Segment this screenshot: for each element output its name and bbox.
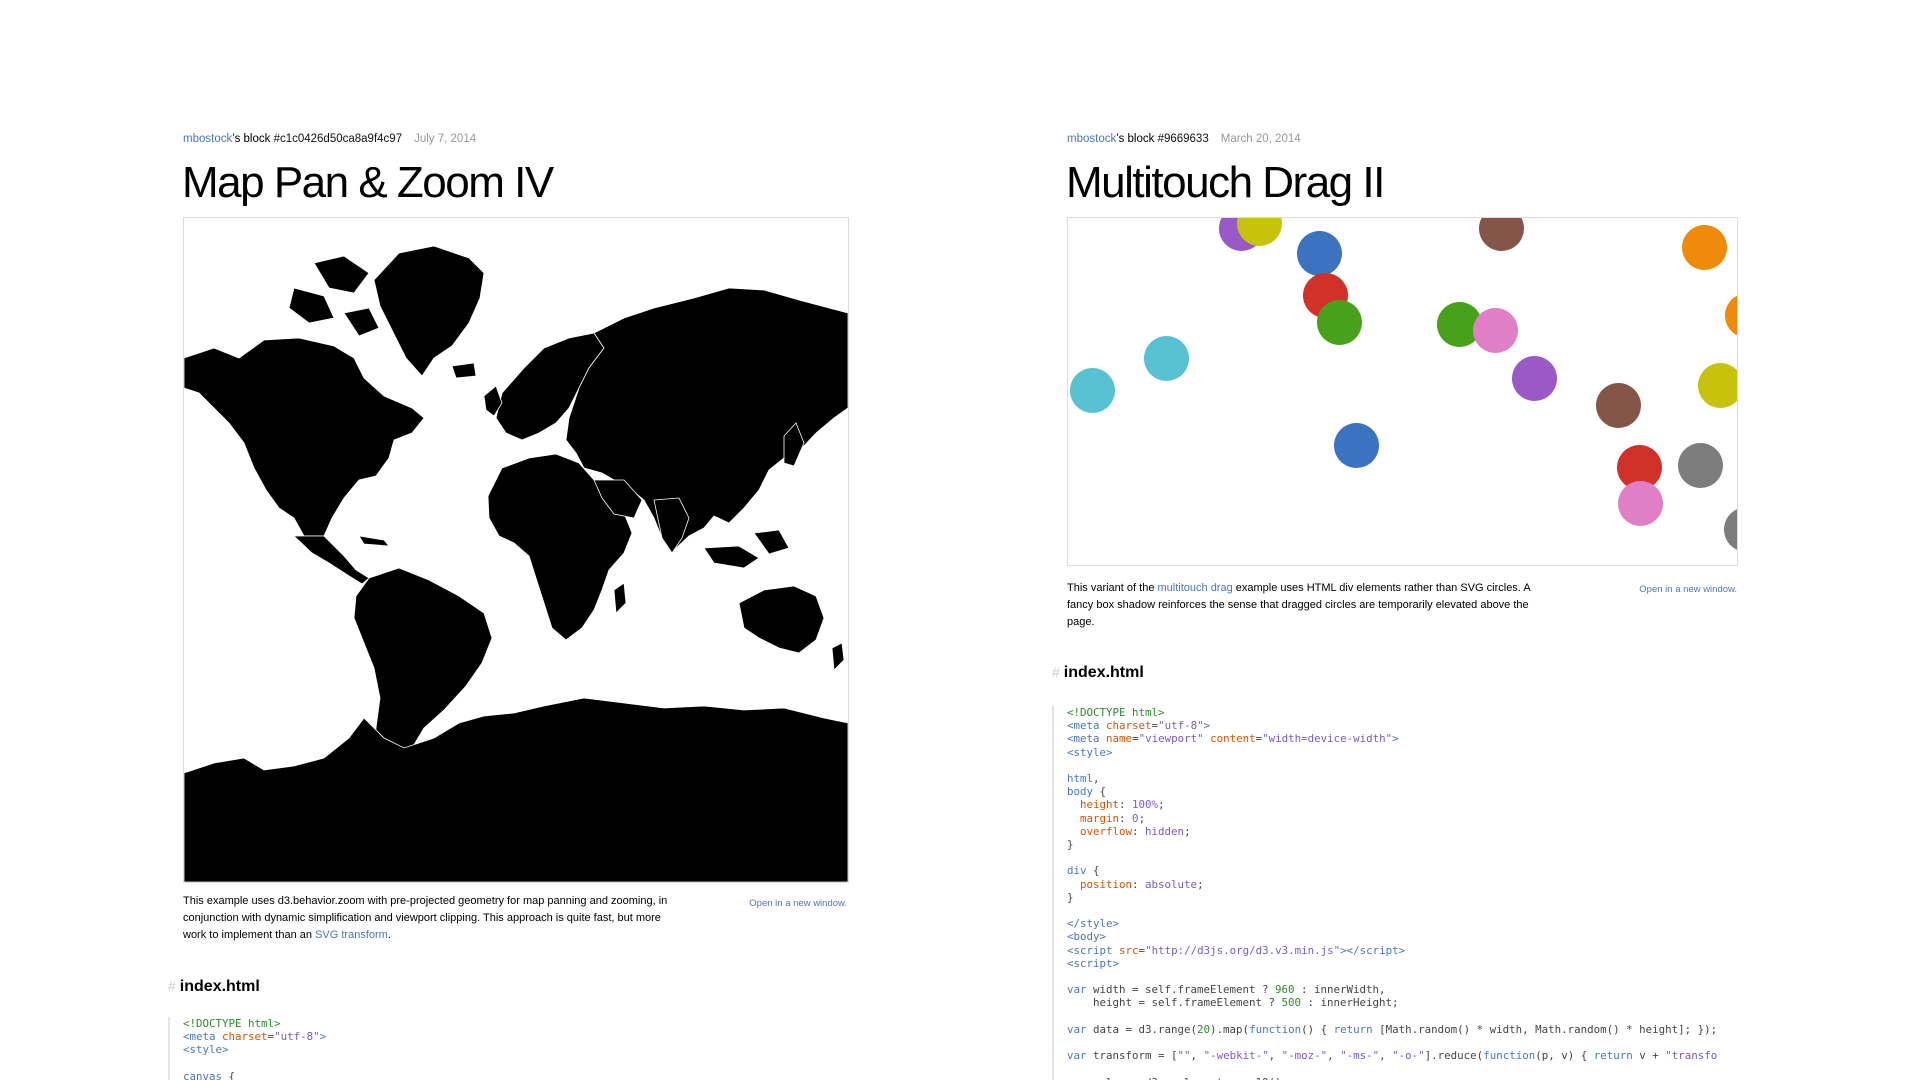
map-landmass <box>313 255 370 294</box>
block-id: #9669633 <box>1157 133 1209 145</box>
description-text: This example uses d3.behavior.zoom with … <box>183 895 668 941</box>
map-landmass <box>292 535 370 585</box>
map-landmass <box>738 585 825 654</box>
multitouch-drag-link[interactable]: multitouch drag <box>1158 582 1233 594</box>
hash-anchor[interactable]: # <box>1052 664 1060 680</box>
author-link[interactable]: mbostock <box>183 133 232 145</box>
drag-circle[interactable] <box>1512 356 1557 401</box>
map-landmass <box>451 362 477 379</box>
drag-circle[interactable] <box>1724 507 1737 552</box>
block-meta: mbostock’s block #9669633 March 20, 2014 <box>1067 133 1301 145</box>
map-landmass <box>831 642 845 671</box>
map-canvas[interactable] <box>183 217 849 883</box>
description-text-end: . <box>387 929 391 941</box>
drag-circle[interactable] <box>1678 443 1723 488</box>
world-map[interactable] <box>184 218 848 882</box>
page-title: Multitouch Drag II <box>1066 158 1385 207</box>
drag-circle[interactable] <box>1618 481 1663 526</box>
drag-circle[interactable] <box>1725 293 1737 338</box>
map-landmass <box>373 245 485 377</box>
svg-transform-link[interactable]: SVG transform <box>315 929 388 941</box>
drag-circle[interactable] <box>1698 363 1737 408</box>
block-description: This example uses d3.behavior.zoom with … <box>183 893 683 944</box>
map-landmass <box>703 545 760 569</box>
code-block: <!DOCTYPE html> <meta charset="utf-8"> <… <box>168 1017 803 1080</box>
block-label: ’s block <box>232 133 274 145</box>
block-date: July 7, 2014 <box>414 133 477 145</box>
open-new-window-link[interactable]: Open in a new window. <box>749 898 847 909</box>
block-meta: mbostock’s block #c1c0426d50ca8a9f4c97 Ju… <box>183 133 476 145</box>
map-landmass <box>184 337 425 537</box>
map-landmass <box>288 287 335 324</box>
map-landmass <box>358 535 390 547</box>
drag-circle[interactable] <box>1317 300 1362 345</box>
file-name: index.html <box>1063 664 1144 681</box>
file-heading: # index.html <box>1052 664 1144 682</box>
block-description: This variant of the multitouch drag exam… <box>1067 580 1547 631</box>
drag-circle[interactable] <box>1473 308 1518 353</box>
map-landmass <box>184 697 848 882</box>
drag-circle[interactable] <box>1334 423 1379 468</box>
hash-anchor[interactable]: # <box>168 978 176 994</box>
drag-circle[interactable] <box>1070 368 1115 413</box>
drag-circle[interactable] <box>1596 383 1641 428</box>
open-new-window-link[interactable]: Open in a new window. <box>1639 584 1737 595</box>
block-id: #c1c0426d50ca8a9f4c97 <box>273 133 403 145</box>
map-landmass <box>343 307 380 337</box>
page-title: Map Pan & Zoom IV <box>182 158 554 207</box>
drag-circle[interactable] <box>1479 218 1524 251</box>
file-name: index.html <box>179 978 260 995</box>
code-block: <!DOCTYPE html> <meta charset="utf-8"> <… <box>1052 706 1727 1080</box>
drag-canvas[interactable] <box>1067 217 1738 566</box>
block-label: ’s block <box>1116 133 1158 145</box>
file-heading: # index.html <box>168 978 260 996</box>
map-landmass <box>753 529 790 555</box>
map-landmass <box>613 582 627 614</box>
block-date: March 20, 2014 <box>1220 133 1301 145</box>
drag-circle[interactable] <box>1144 336 1189 381</box>
drag-circle[interactable] <box>1682 225 1727 270</box>
description-text: This variant of the <box>1067 582 1158 594</box>
author-link[interactable]: mbostock <box>1067 133 1116 145</box>
drag-circle[interactable] <box>1297 231 1342 276</box>
